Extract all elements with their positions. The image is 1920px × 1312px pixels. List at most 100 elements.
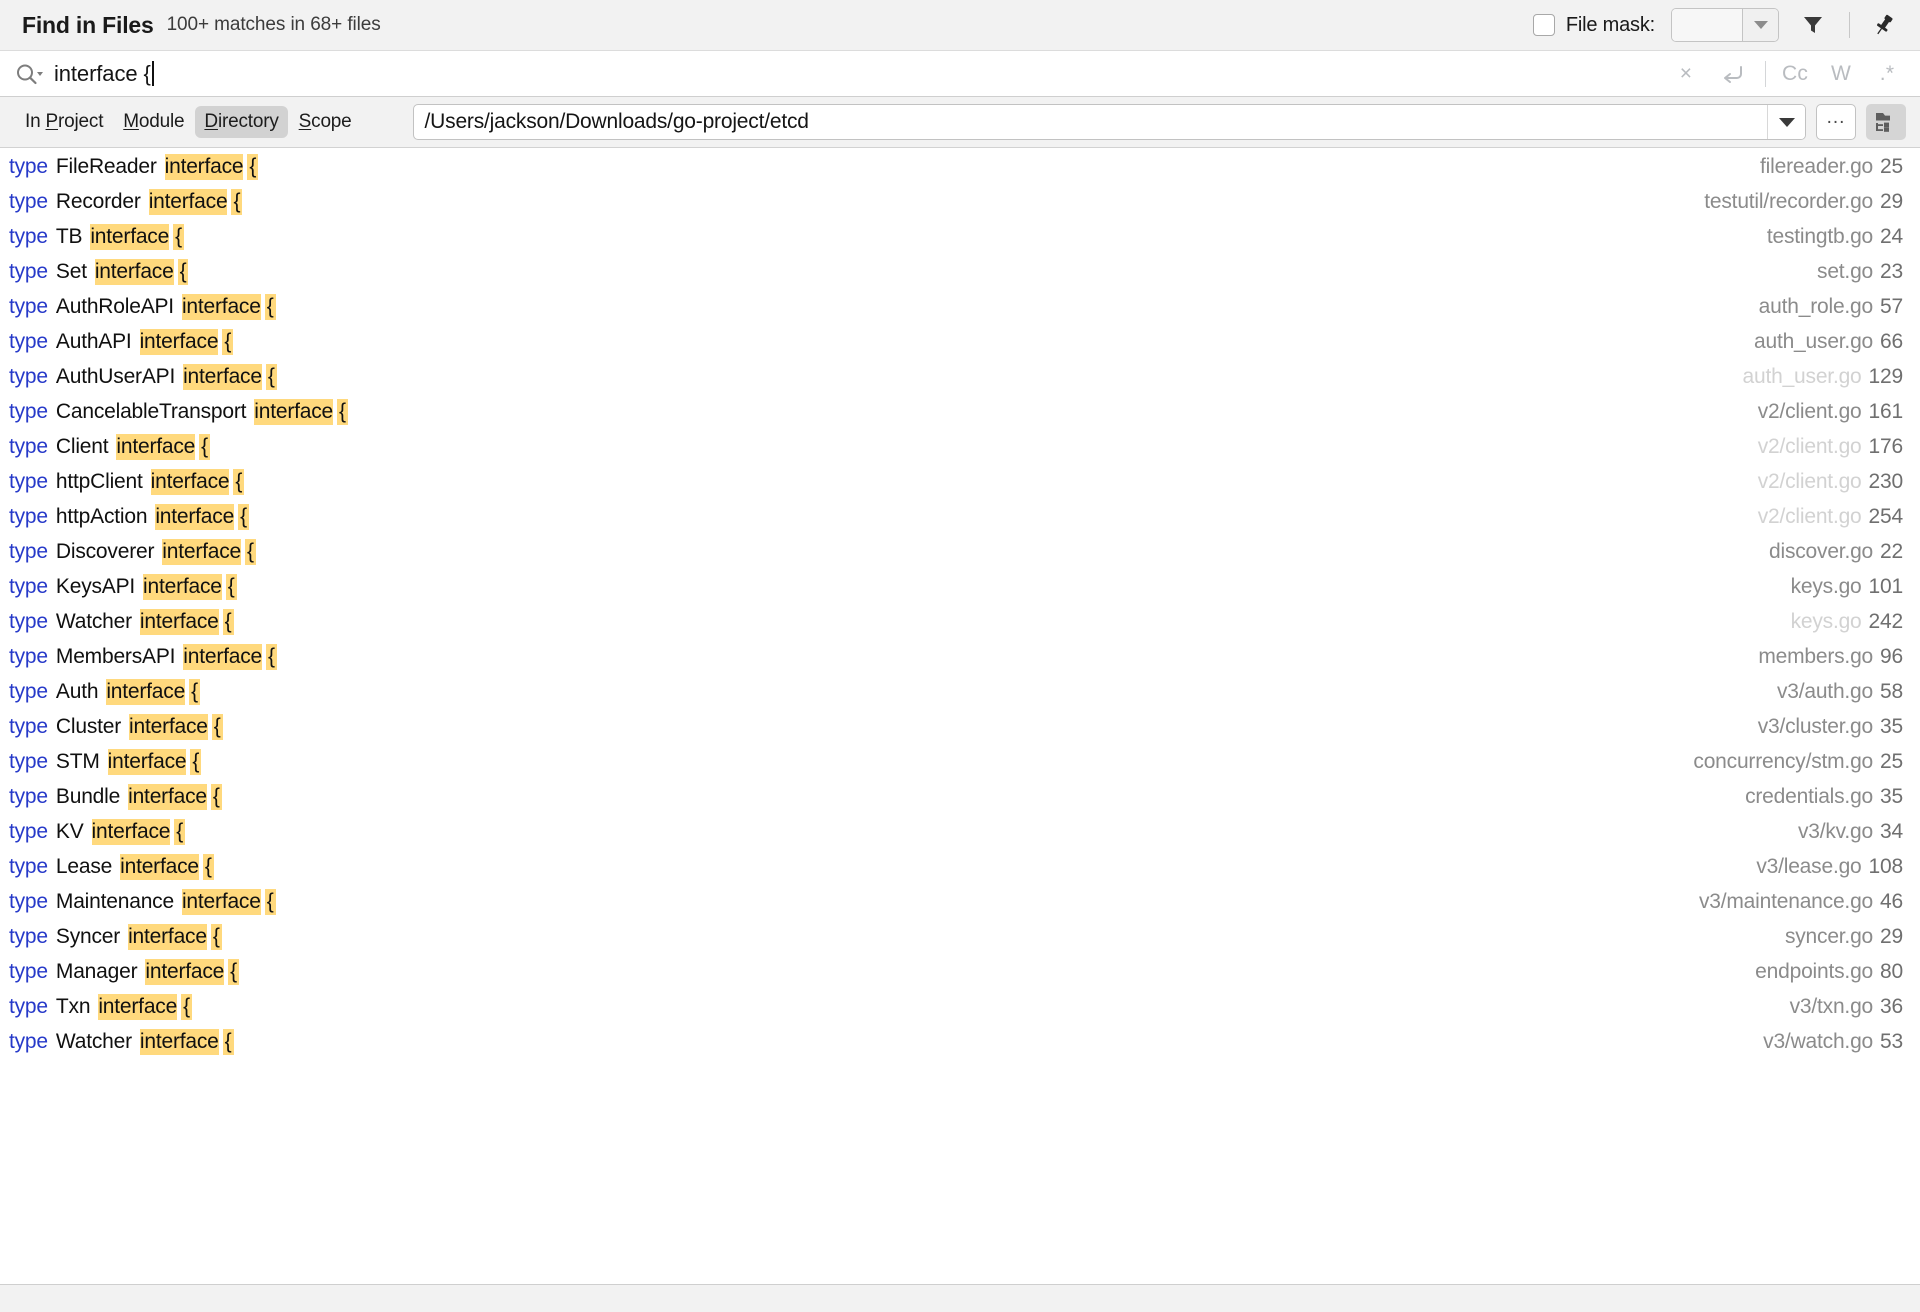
result-match-highlight: interface <box>155 504 234 530</box>
result-code-preview: typeCancelableTransportinterface{ <box>9 399 348 425</box>
search-icon-button[interactable] <box>14 61 44 87</box>
file-mask-input[interactable] <box>1672 9 1742 41</box>
result-line-number: 29 <box>1880 190 1903 213</box>
table-row[interactable]: typeAuthRoleAPIinterface{ auth_role.go57 <box>0 289 1920 324</box>
search-input[interactable]: interface { <box>54 61 151 87</box>
result-file-name: syncer.go <box>1785 925 1873 948</box>
table-row[interactable]: typeKVinterface{v3/kv.go34 <box>0 814 1920 849</box>
file-mask-dropdown-button[interactable] <box>1742 9 1778 41</box>
result-location: auth_user.go66 <box>1754 330 1903 354</box>
scope-tab-project[interactable]: In Project <box>16 106 112 138</box>
scope-tab-directory[interactable]: Directory <box>195 106 287 138</box>
filter-funnel-button[interactable] <box>1793 5 1833 45</box>
result-line-number: 230 <box>1869 470 1903 493</box>
result-match-highlight: interface <box>182 889 261 915</box>
table-row[interactable]: typeTBinterface{testingtb.go24 <box>0 219 1920 254</box>
result-code-preview: typeAuthRoleAPIinterface{ <box>9 294 276 320</box>
multiline-toggle-button[interactable] <box>1715 57 1749 91</box>
result-file-name: concurrency/stm.go <box>1693 750 1873 773</box>
scope-tab-module[interactable]: Module <box>114 106 193 138</box>
results-list[interactable]: typeFileReaderinterface{filereader.go25t… <box>0 148 1920 1284</box>
whole-words-toggle[interactable]: W <box>1824 57 1858 91</box>
table-row[interactable]: typeWatcherinterface{v3/watch.go53 <box>0 1024 1920 1059</box>
file-mask-combo[interactable] <box>1671 8 1779 42</box>
search-icon <box>14 61 44 87</box>
result-match-highlight: interface <box>108 749 187 775</box>
table-row[interactable]: typeManagerinterface{endpoints.go80 <box>0 954 1920 989</box>
table-row[interactable]: typeMembersAPIinterface{members.go96 <box>0 639 1920 674</box>
result-identifier: MembersAPI <box>56 645 175 669</box>
regex-toggle[interactable]: .* <box>1870 57 1904 91</box>
result-match-highlight: interface <box>92 819 171 845</box>
chevron-down-icon <box>1754 21 1768 29</box>
table-row[interactable]: typeFileReaderinterface{ filereader.go25 <box>0 149 1920 184</box>
result-identifier: Syncer <box>56 925 120 949</box>
browse-directory-button[interactable]: ... <box>1816 104 1856 140</box>
table-row[interactable]: typeAuthUserAPIinterface{auth_user.go129 <box>0 359 1920 394</box>
scope-tab-scope-rest: cope <box>311 111 351 132</box>
directory-path-dropdown-button[interactable] <box>1767 105 1805 139</box>
result-location: filereader.go25 <box>1760 155 1903 179</box>
result-match-highlight: interface <box>149 189 228 215</box>
table-row[interactable]: typeDiscovererinterface{discover.go22 <box>0 534 1920 569</box>
pin-button[interactable] <box>1864 5 1904 45</box>
result-identifier: Lease <box>56 855 112 879</box>
result-keyword: type <box>9 785 48 809</box>
result-keyword: type <box>9 855 48 879</box>
result-identifier: Discoverer <box>56 540 154 564</box>
clear-search-button[interactable]: × <box>1669 57 1703 91</box>
result-match-brace: { <box>223 609 234 635</box>
pin-icon <box>1871 12 1897 38</box>
table-row[interactable]: typeBundleinterface{credentials.go35 <box>0 779 1920 814</box>
table-row[interactable]: typeClientinterface{v2/client.go176 <box>0 429 1920 464</box>
header-bar: Find in Files 100+ matches in 68+ files … <box>0 0 1920 51</box>
table-row[interactable]: typehttpActioninterface{v2/client.go254 <box>0 499 1920 534</box>
result-match-highlight: interface <box>90 224 169 250</box>
result-location: v3/watch.go53 <box>1763 1030 1903 1054</box>
table-row[interactable]: typeAuthAPIinterface{auth_user.go66 <box>0 324 1920 359</box>
directory-path-combo[interactable]: /Users/jackson/Downloads/go-project/etcd <box>413 104 1806 140</box>
table-row[interactable]: typeSetinterface{set.go23 <box>0 254 1920 289</box>
file-mask-checkbox[interactable] <box>1533 14 1555 36</box>
result-match-brace: { <box>174 819 185 845</box>
result-identifier: AuthRoleAPI <box>56 295 174 319</box>
table-row[interactable]: typeRecorderinterface{testutil/recorder.… <box>0 184 1920 219</box>
result-match-highlight: interface <box>143 574 222 600</box>
result-line-number: 96 <box>1880 645 1903 668</box>
table-row[interactable]: typeSTMinterface{concurrency/stm.go25 <box>0 744 1920 779</box>
result-line-number: 25 <box>1880 155 1903 178</box>
result-match-brace: { <box>233 469 244 495</box>
directory-path-input[interactable]: /Users/jackson/Downloads/go-project/etcd <box>414 105 1767 139</box>
result-keyword: type <box>9 470 48 494</box>
header-divider <box>1849 12 1850 38</box>
result-match-brace: { <box>337 399 348 425</box>
result-code-preview: typeRecorderinterface{ <box>9 189 242 215</box>
result-code-preview: typeSTMinterface{ <box>9 749 201 775</box>
scope-tab-directory-mnemonic: D <box>204 111 218 132</box>
result-code-preview: typeSetinterface{ <box>9 259 188 285</box>
table-row[interactable]: typeMaintenanceinterface{v3/maintenance.… <box>0 884 1920 919</box>
result-line-number: 53 <box>1880 1030 1903 1053</box>
result-keyword: type <box>9 575 48 599</box>
table-row[interactable]: typeWatcherinterface{keys.go242 <box>0 604 1920 639</box>
match-case-toggle[interactable]: Cc <box>1778 57 1812 91</box>
table-row[interactable]: typeSyncerinterface{syncer.go29 <box>0 919 1920 954</box>
table-row[interactable]: typeLeaseinterface{v3/lease.go108 <box>0 849 1920 884</box>
text-caret <box>152 61 154 86</box>
result-location: auth_role.go57 <box>1759 295 1903 319</box>
table-row[interactable]: typeTxninterface{v3/txn.go36 <box>0 989 1920 1024</box>
filter-funnel-icon <box>1801 13 1825 37</box>
table-row[interactable]: typeKeysAPIinterface{keys.go101 <box>0 569 1920 604</box>
result-code-preview: typeDiscovererinterface{ <box>9 539 256 565</box>
result-file-name: v3/txn.go <box>1790 995 1873 1018</box>
result-code-preview: typeClientinterface{ <box>9 434 210 460</box>
result-match-highlight: interface <box>128 784 207 810</box>
table-row[interactable]: typeCancelableTransportinterface{v2/clie… <box>0 394 1920 429</box>
table-row[interactable]: typehttpClientinterface{v2/client.go230 <box>0 464 1920 499</box>
module-scope-button[interactable] <box>1866 104 1906 140</box>
result-keyword: type <box>9 680 48 704</box>
table-row[interactable]: typeClusterinterface{v3/cluster.go35 <box>0 709 1920 744</box>
table-row[interactable]: typeAuthinterface{v3/auth.go58 <box>0 674 1920 709</box>
scope-tab-scope[interactable]: Scope <box>290 106 361 138</box>
result-code-preview: typeFileReaderinterface{ <box>9 154 258 180</box>
